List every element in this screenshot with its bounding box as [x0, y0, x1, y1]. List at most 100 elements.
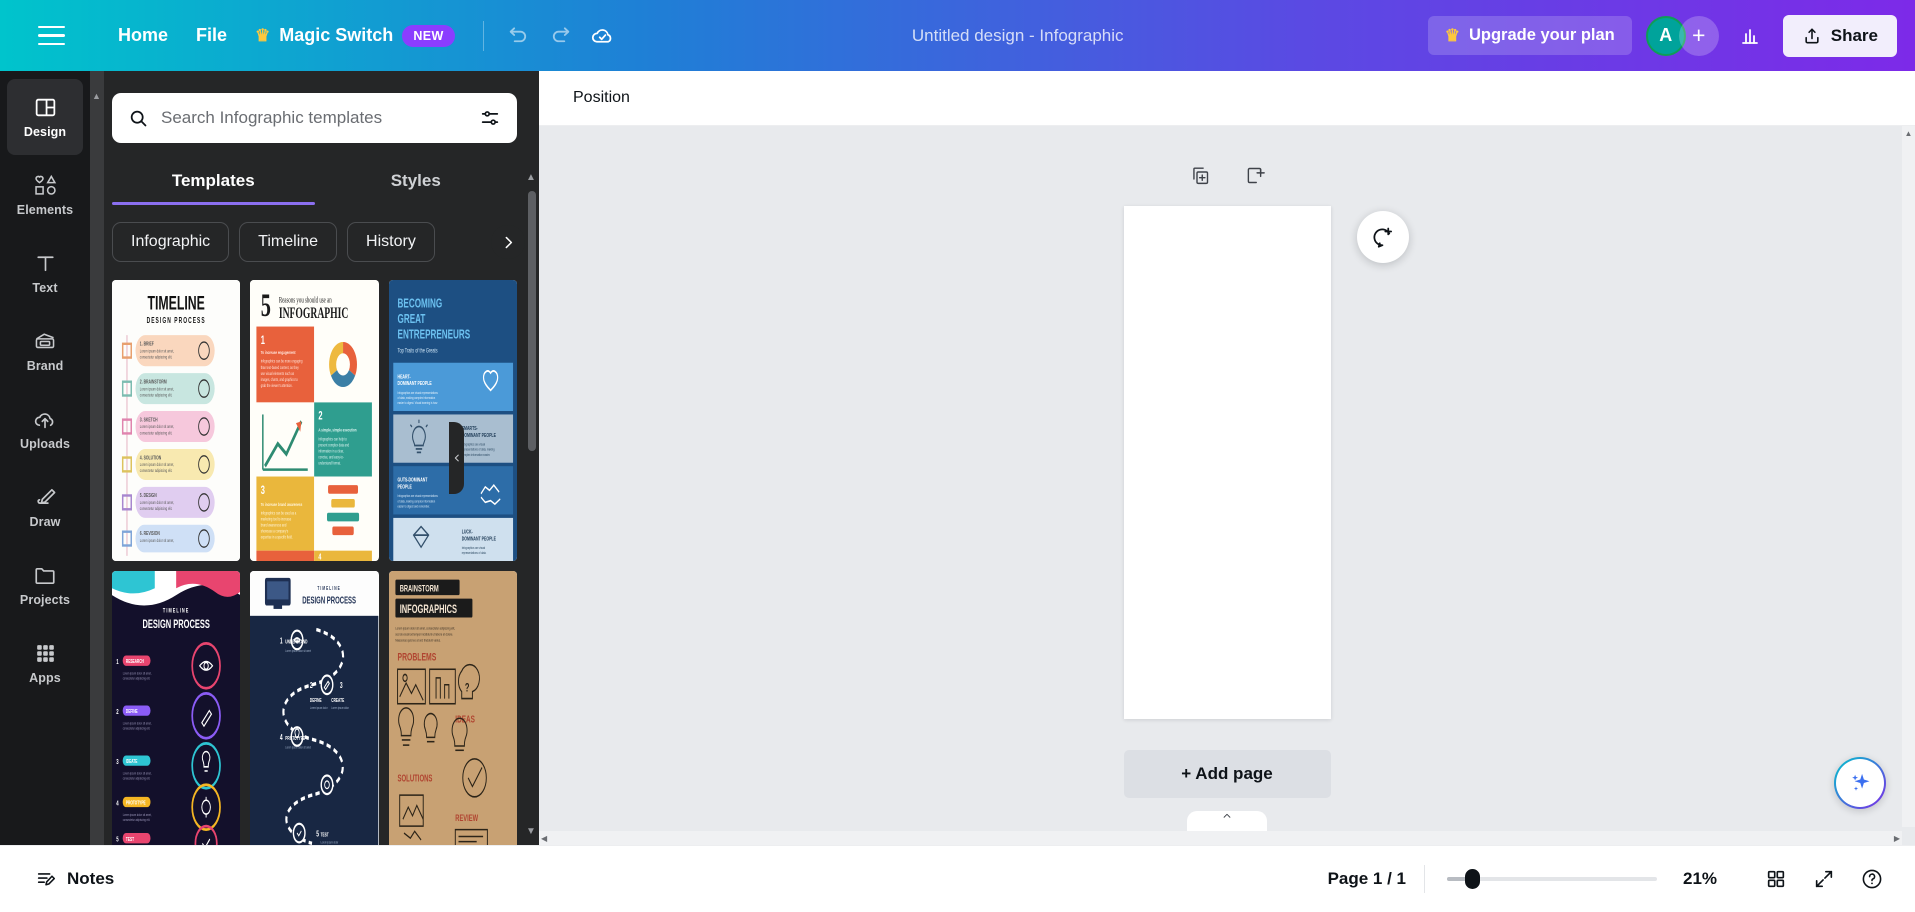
svg-text:Lorem ipsum dolor sit amet,: Lorem ipsum dolor sit amet, [140, 425, 174, 430]
canvas-horizontal-scrollbar[interactable]: ◀ ▶ [539, 831, 1902, 845]
undo-icon[interactable] [498, 15, 540, 57]
svg-text:Lorem ipsum dolor sit amet,: Lorem ipsum dolor sit amet, [123, 771, 152, 776]
zoom-slider-knob[interactable] [1465, 869, 1480, 889]
add-page-icon[interactable] [1239, 160, 1269, 190]
bar-chart-icon[interactable] [1729, 15, 1771, 57]
svg-text:Lorem ipsum dolor sit amet: Lorem ipsum dolor sit amet [286, 745, 312, 750]
sidebar-item-text-label: Text [32, 281, 58, 295]
canvas-area[interactable]: + Add page ▲ ◀ ▶ [539, 126, 1915, 845]
svg-text:PROTOTYPE: PROTOTYPE [286, 735, 306, 741]
nav-home-button[interactable]: Home [104, 16, 182, 55]
help-question-icon[interactable] [1851, 858, 1893, 900]
svg-text:Lorem ipsum dolor sit amet,: Lorem ipsum dolor sit amet, [123, 812, 152, 817]
svg-text:DESIGN PROCESS: DESIGN PROCESS [147, 317, 206, 325]
hamburger-menu-icon[interactable] [22, 14, 80, 58]
chevron-right-icon[interactable] [491, 225, 525, 259]
svg-text:DOMINANT PEOPLE: DOMINANT PEOPLE [397, 380, 431, 387]
svg-text:1: 1 [280, 637, 283, 645]
grid-apps-icon [36, 645, 54, 662]
panel-collapse-handle[interactable] [449, 422, 464, 494]
position-button[interactable]: Position [559, 80, 644, 116]
panel-scroll-down-arrow-icon[interactable]: ▼ [525, 825, 537, 837]
template-card[interactable]: BECOMING GREAT ENTREPRENEURS Top Traits … [388, 280, 517, 561]
tab-styles[interactable]: Styles [315, 161, 518, 205]
page-panel-toggle[interactable] [1187, 811, 1267, 831]
top-toolbar: Home File ♛ Magic Switch NEW Untitled de… [0, 0, 1915, 71]
filter-sliders-icon[interactable] [479, 107, 501, 129]
zoom-percent-label[interactable]: 21% [1683, 869, 1727, 889]
svg-text:TEST: TEST [321, 832, 329, 838]
notes-button[interactable]: Notes [22, 859, 127, 899]
svg-text:consectetur adipiscing elit.: consectetur adipiscing elit. [140, 507, 173, 512]
template-card[interactable]: BRAINSTORM INFOGRAPHICS Lorem ipsum dolo… [388, 571, 517, 845]
magic-sparkle-icon[interactable] [1834, 757, 1886, 809]
share-label: Share [1830, 25, 1878, 45]
nav-home-label: Home [118, 25, 169, 45]
svg-text:Lorem ipsum dolor sit amet,: Lorem ipsum dolor sit amet, [123, 671, 152, 676]
sidebar-item-brand[interactable]: Brand [7, 313, 83, 389]
canvas-vertical-scrollbar[interactable]: ▲ [1902, 126, 1915, 827]
tab-templates[interactable]: Templates [112, 161, 315, 205]
design-page-1[interactable] [1123, 206, 1331, 719]
add-page-button[interactable]: + Add page [1123, 750, 1331, 798]
panel-scrollbar-thumb[interactable] [528, 191, 536, 451]
brand-icon [35, 333, 55, 349]
share-button[interactable]: Share [1782, 14, 1897, 57]
template-card[interactable]: TIMELINE DESIGN PROCESS [250, 571, 379, 845]
svg-text:BRAINSTORM: BRAINSTORM [399, 583, 438, 594]
svg-text:1. BRIEF: 1. BRIEF [140, 341, 154, 347]
redo-icon[interactable] [540, 15, 582, 57]
svg-text:consectetur adipiscing elit.: consectetur adipiscing elit. [140, 355, 173, 360]
svg-text:?: ? [465, 682, 470, 695]
sidebar-item-apps[interactable]: Apps [7, 625, 83, 701]
svg-text:TIMELINE: TIMELINE [318, 585, 342, 591]
layout-icon [35, 98, 55, 117]
svg-text:than text-based content, as th: than text-based content, as they [261, 365, 299, 370]
document-title[interactable]: Untitled design - Infographic [899, 18, 1137, 54]
add-comment-icon[interactable] [1356, 211, 1409, 263]
svg-text:3. SKETCH: 3. SKETCH [140, 417, 158, 423]
svg-text:Lorem ipsum dolor sit amet: Lorem ipsum dolor sit amet [286, 648, 312, 653]
template-card[interactable]: TIMELINE DESIGN PROCESS 1. BRIEF Lorem i… [112, 280, 241, 561]
duplicate-page-icon[interactable] [1185, 160, 1215, 190]
chip-timeline[interactable]: Timeline [239, 222, 338, 262]
canvas-scroll-right-arrow-icon[interactable]: ▶ [1894, 834, 1900, 843]
sidebar-item-elements[interactable]: Elements [7, 157, 83, 233]
template-card[interactable]: 5 Reasons you should use an INFOGRAPHIC … [250, 280, 379, 561]
svg-text:Infographics are visual repres: Infographics are visual representations [397, 390, 438, 395]
search-input[interactable] [161, 108, 467, 128]
svg-text:Lorem ipsum dolor sit amet, co: Lorem ipsum dolor sit amet, consectetur … [395, 626, 455, 631]
sidebar-item-text[interactable]: Text [7, 235, 83, 311]
grid-view-icon[interactable] [1755, 858, 1797, 900]
sidebar-item-projects[interactable]: Projects [7, 547, 83, 623]
canvas-scroll-up-arrow-icon[interactable]: ▲ [1902, 126, 1915, 140]
svg-text:Lorem ipsum dolor sit amet,: Lorem ipsum dolor sit amet, [140, 349, 174, 354]
sidebar-item-draw[interactable]: Draw [7, 469, 83, 545]
search-box[interactable] [112, 93, 517, 143]
canvas-scroll-left-arrow-icon[interactable]: ◀ [541, 834, 547, 843]
svg-text:To increase engagement: To increase engagement [261, 349, 296, 355]
svg-text:IDEATE: IDEATE [126, 758, 138, 764]
chip-history[interactable]: History [347, 222, 435, 262]
zoom-slider[interactable] [1447, 869, 1657, 889]
svg-text:TEST: TEST [126, 836, 134, 842]
nav-file-button[interactable]: File [182, 16, 241, 55]
nav-magic-switch-button[interactable]: ♛ Magic Switch NEW [241, 16, 469, 56]
svg-text:DOMINANT PEOPLE: DOMINANT PEOPLE [461, 432, 495, 439]
svg-text:Lorem ipsum dolor sit amet,: Lorem ipsum dolor sit amet, [123, 721, 152, 726]
template-thumbnail-brainstorm: BRAINSTORM INFOGRAPHICS Lorem ipsum dolo… [388, 571, 517, 845]
panel-scroll-up-arrow-icon[interactable]: ▲ [525, 171, 537, 183]
template-card[interactable]: TIMELINE DESIGN PROCESS [112, 571, 241, 845]
panel-tabs: Templates Styles [112, 161, 517, 205]
tab-styles-label: Styles [390, 171, 441, 190]
add-collaborator-button[interactable]: + [1678, 15, 1719, 56]
chip-infographic[interactable]: Infographic [112, 222, 230, 262]
cloud-check-icon[interactable] [582, 15, 624, 57]
fullscreen-expand-icon[interactable] [1803, 858, 1845, 900]
upgrade-plan-button[interactable]: ♛ Upgrade your plan [1427, 16, 1632, 55]
svg-text:Lorem ipsum dolor: Lorem ipsum dolor [332, 705, 350, 710]
sidebar-item-uploads[interactable]: Uploads [7, 391, 83, 467]
svg-text:PEOPLE: PEOPLE [397, 484, 411, 491]
sidebar-item-design[interactable]: Design [7, 79, 83, 155]
svg-text:LUCK-: LUCK- [461, 529, 472, 536]
